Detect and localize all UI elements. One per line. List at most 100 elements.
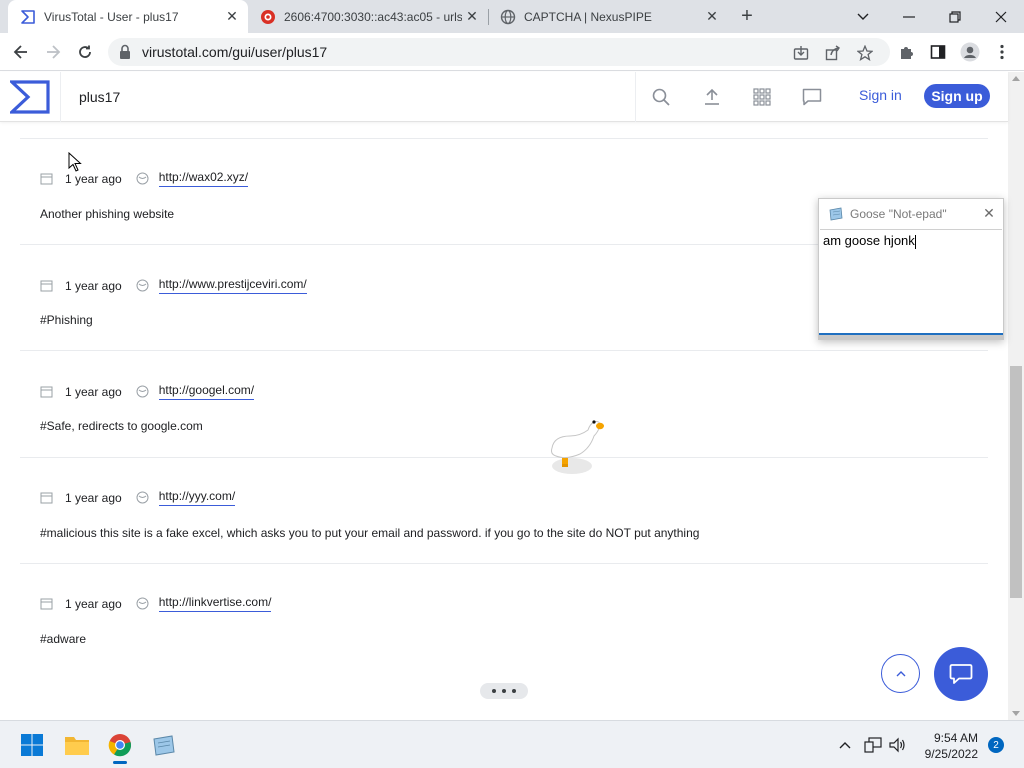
comment-time: 1 year ago (65, 171, 122, 186)
minimize-icon[interactable] (886, 0, 932, 33)
url-globe-icon (136, 597, 149, 610)
tab-search-icon[interactable] (840, 0, 886, 33)
close-tab-icon[interactable]: ✕ (462, 7, 482, 27)
calendar-icon (40, 172, 53, 185)
urlscan-icon (260, 9, 276, 25)
tab-title: VirusTotal - User - plus17 (44, 9, 179, 24)
notepad-title: Goose "Not-epad" (850, 206, 947, 221)
desktop-goose-icon (544, 414, 610, 476)
calendar-icon (40, 279, 53, 292)
notification-badge[interactable]: 2 (988, 737, 1004, 753)
clock-date: 9/25/2022 (924, 747, 978, 761)
side-panel-icon[interactable] (928, 42, 948, 62)
back-arrow-icon[interactable] (8, 39, 34, 65)
search-icon[interactable] (648, 84, 674, 110)
chevron-up-icon (896, 670, 905, 676)
page-scrollbar[interactable] (1008, 72, 1024, 720)
scrollbar-thumb[interactable] (1010, 366, 1022, 598)
search-input[interactable]: plus17 (79, 89, 120, 105)
reload-icon[interactable] (72, 39, 98, 65)
calendar-icon (40, 491, 53, 504)
dot (512, 689, 516, 693)
close-tab-icon[interactable]: ✕ (222, 7, 242, 27)
tab-virustotal[interactable]: VirusTotal - User - plus17 ✕ (8, 0, 248, 33)
tab-captcha[interactable]: CAPTCHA | NexusPIPE ✕ (488, 0, 728, 33)
comment-url-link[interactable]: http://googel.com/ (158, 383, 255, 400)
close-window-icon[interactable] (978, 0, 1024, 33)
tab-title: 2606:4700:3030::ac43:ac05 - urlsc (284, 9, 462, 24)
dot (492, 689, 496, 693)
volume-icon[interactable] (889, 736, 907, 754)
comment-url-link[interactable]: http://linkvertise.com/ (158, 595, 272, 612)
tab-urlscan[interactable]: 2606:4700:3030::ac43:ac05 - urlsc ✕ (248, 0, 488, 33)
chat-icon[interactable] (799, 84, 825, 110)
scroll-up-arrow-icon[interactable] (1012, 76, 1020, 81)
address-bar[interactable]: virustotal.com/gui/user/plus17 (108, 38, 890, 66)
lock-icon[interactable] (118, 44, 132, 60)
close-icon[interactable]: ✕ (981, 205, 997, 221)
sign-in-link[interactable]: Sign in (859, 87, 902, 103)
close-tab-icon[interactable]: ✕ (702, 7, 722, 27)
load-more-button[interactable] (480, 683, 528, 699)
calendar-icon (40, 597, 53, 610)
restore-icon[interactable] (932, 0, 978, 33)
tab-title: CAPTCHA | NexusPIPE (524, 9, 652, 24)
comment-meta: 1 year ago http://yyy.com/ (40, 489, 236, 506)
comment-text: #Phishing (40, 313, 93, 327)
install-app-icon[interactable] (792, 44, 810, 62)
windows-start-icon[interactable] (16, 729, 48, 761)
search-bar[interactable]: plus17 (60, 72, 636, 122)
scroll-down-arrow-icon[interactable] (1012, 711, 1020, 716)
comment-url-link[interactable]: http://www.prestijceviri.com/ (158, 277, 307, 294)
mouse-cursor-icon (68, 151, 82, 172)
url-globe-icon (136, 279, 149, 292)
url-globe-icon (136, 385, 149, 398)
comment-url-link[interactable]: http://wax02.xyz/ (158, 170, 249, 187)
taskbar-clock[interactable]: 9:54 AM 9/25/2022 (910, 730, 978, 762)
dot (502, 689, 506, 693)
profile-avatar-icon[interactable] (960, 42, 980, 62)
sign-up-button[interactable]: Sign up (924, 84, 990, 108)
notepad-titlebar[interactable]: Goose "Not-epad" (819, 199, 1003, 228)
upload-icon[interactable] (699, 84, 725, 110)
divider (20, 563, 988, 564)
notepad-icon (828, 207, 844, 221)
forward-arrow-icon[interactable] (40, 39, 66, 65)
comment-time: 1 year ago (65, 596, 122, 611)
chrome-icon[interactable] (104, 729, 136, 764)
comment-time: 1 year ago (65, 384, 122, 399)
comment-meta: 1 year ago http://linkvertise.com/ (40, 595, 272, 612)
share-icon[interactable] (824, 44, 842, 62)
comment-time: 1 year ago (65, 490, 122, 505)
chevron-up-icon[interactable] (836, 736, 854, 754)
chat-support-button[interactable] (934, 647, 988, 701)
divider (20, 350, 988, 351)
notepad-text-area[interactable]: am goose hjonk (820, 229, 1002, 332)
comment-text: #Safe, redirects to google.com (40, 419, 203, 433)
comment-meta: 1 year ago http://www.prestijceviri.com/ (40, 277, 307, 294)
network-icon[interactable] (864, 736, 882, 754)
browser-tab-strip: VirusTotal - User - plus17 ✕ 2606:4700:3… (0, 0, 1024, 33)
new-tab-button[interactable]: + (736, 6, 758, 28)
more-menu-icon[interactable] (992, 42, 1012, 62)
url-text: virustotal.com/gui/user/plus17 (142, 44, 328, 60)
comment-url-link[interactable]: http://yyy.com/ (158, 489, 236, 506)
extensions-puzzle-icon[interactable] (896, 42, 916, 62)
comment-text: Another phishing website (40, 207, 175, 221)
bookmark-star-icon[interactable] (856, 44, 874, 62)
divider (20, 138, 988, 139)
url-globe-icon (136, 172, 149, 185)
windows-taskbar: 9:54 AM 9/25/2022 2 (0, 720, 1024, 768)
goose-notepad-window[interactable]: Goose "Not-epad" ✕ am goose hjonk (818, 198, 1004, 340)
virustotal-logo-icon[interactable] (7, 80, 50, 114)
comment-time: 1 year ago (65, 278, 122, 293)
comment-meta: 1 year ago http://googel.com/ (40, 383, 255, 400)
scroll-to-top-button[interactable] (881, 654, 920, 693)
chat-bubble-icon (949, 664, 973, 684)
comment-text: #malicious this site is a fake excel, wh… (40, 526, 700, 540)
file-explorer-icon[interactable] (61, 729, 93, 761)
apps-grid-icon[interactable] (749, 84, 775, 110)
comment-text: #adware (40, 632, 87, 646)
notepad-taskbar-icon[interactable] (148, 729, 180, 761)
comment-meta: 1 year ago http://wax02.xyz/ (40, 170, 249, 187)
